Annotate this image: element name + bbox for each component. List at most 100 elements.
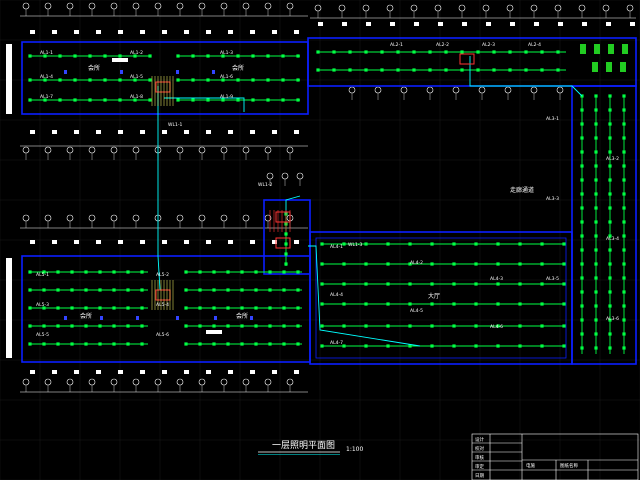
light-fixture — [84, 342, 88, 346]
light-fixture — [428, 50, 432, 54]
light-fixture — [622, 262, 626, 266]
axis-bubble — [452, 86, 460, 94]
equipment-block — [176, 70, 179, 74]
light-fixture — [342, 324, 346, 328]
title-block — [471, 433, 639, 480]
light-fixture — [452, 302, 456, 306]
light-fixture — [126, 270, 130, 274]
column-block — [162, 370, 167, 374]
light-fixture — [206, 98, 210, 102]
wall-top-right-corridor — [307, 37, 637, 87]
light-fixture — [408, 242, 412, 246]
light-fixture — [70, 342, 74, 346]
circuit-label: AL4-5 — [410, 308, 423, 314]
column-block — [30, 240, 35, 244]
axis-bubble — [66, 146, 74, 154]
column-block — [52, 130, 57, 134]
axis-bubble — [44, 378, 52, 386]
column-block — [228, 30, 233, 34]
title-block-frame — [471, 433, 639, 480]
column-block — [184, 370, 189, 374]
axis-bubble — [626, 4, 634, 12]
light-fixture — [268, 306, 272, 310]
light-fixture — [594, 248, 598, 252]
light-fixture — [580, 178, 584, 182]
light-fixture — [556, 68, 560, 72]
light-fixture — [191, 98, 195, 102]
column-block — [510, 22, 515, 26]
light-fixture — [126, 324, 130, 328]
light-fixture — [622, 122, 626, 126]
light-fixture — [296, 306, 300, 310]
light-fixture — [296, 98, 300, 102]
column-block — [250, 240, 255, 244]
column-block — [438, 22, 443, 26]
axis-bubble — [176, 214, 184, 222]
axis-bubble — [264, 378, 272, 386]
equipment-block — [136, 316, 139, 320]
light-fixture — [608, 150, 612, 154]
light-fixture — [380, 50, 384, 54]
light-fixture — [342, 302, 346, 306]
light-fixture — [608, 262, 612, 266]
light-fixture — [496, 344, 500, 348]
light-fixture — [594, 94, 598, 98]
light-fixture — [226, 324, 230, 328]
light-fixture — [518, 282, 522, 286]
axis-bubble — [88, 214, 96, 222]
light-fixture — [212, 342, 216, 346]
equipment-block — [212, 70, 215, 74]
light-fixture — [58, 54, 62, 58]
room-fixture — [112, 58, 128, 62]
column-block — [184, 130, 189, 134]
light-fixture — [562, 262, 566, 266]
light-fixture — [236, 54, 240, 58]
light-fixture — [191, 54, 195, 58]
light-fixture — [84, 324, 88, 328]
column-block — [184, 30, 189, 34]
light-fixture — [608, 346, 612, 350]
axis-bubble — [220, 146, 228, 154]
light-fixture — [296, 324, 300, 328]
light-fixture — [364, 50, 368, 54]
light-fixture — [452, 242, 456, 246]
light-fixture — [226, 270, 230, 274]
axis-bubble — [176, 378, 184, 386]
light-fixture — [622, 136, 626, 140]
light-fixture — [622, 178, 626, 182]
light-fixture — [364, 302, 368, 306]
light-fixture — [622, 276, 626, 280]
light-fixture — [148, 78, 152, 82]
axis-bubble — [264, 2, 272, 10]
light-fixture — [608, 206, 612, 210]
light-fixture — [268, 324, 272, 328]
title-block-project: 图纸名称 — [560, 462, 578, 469]
light-fixture — [524, 68, 528, 72]
column-block — [250, 130, 255, 134]
circuit-label: AL4-6 — [490, 324, 503, 330]
axis-bubble — [66, 214, 74, 222]
axis-bubble — [504, 86, 512, 94]
light-fixture — [594, 178, 598, 182]
light-fixture — [296, 54, 300, 58]
axis-bubble — [264, 146, 272, 154]
light-fixture — [408, 302, 412, 306]
drawing-scale: 1:100 — [346, 446, 363, 453]
light-fixture — [112, 342, 116, 346]
light-fixture — [296, 288, 300, 292]
light-fixture — [254, 324, 258, 328]
light-fixture — [42, 342, 46, 346]
title-block-row-label-3: 审核 — [475, 454, 484, 461]
column-block — [582, 22, 587, 26]
light-fixture — [476, 50, 480, 54]
axis-bubble — [242, 146, 250, 154]
axis-bubble — [374, 86, 382, 94]
light-fixture — [594, 290, 598, 294]
room-label-bottom-left-a: 会所 — [80, 312, 92, 320]
feeder-line — [157, 86, 161, 291]
light-fixture — [254, 306, 258, 310]
light-fixture — [140, 270, 144, 274]
light-fixture — [28, 78, 32, 82]
light-fixture — [176, 98, 180, 102]
axis-bubble — [482, 4, 490, 12]
